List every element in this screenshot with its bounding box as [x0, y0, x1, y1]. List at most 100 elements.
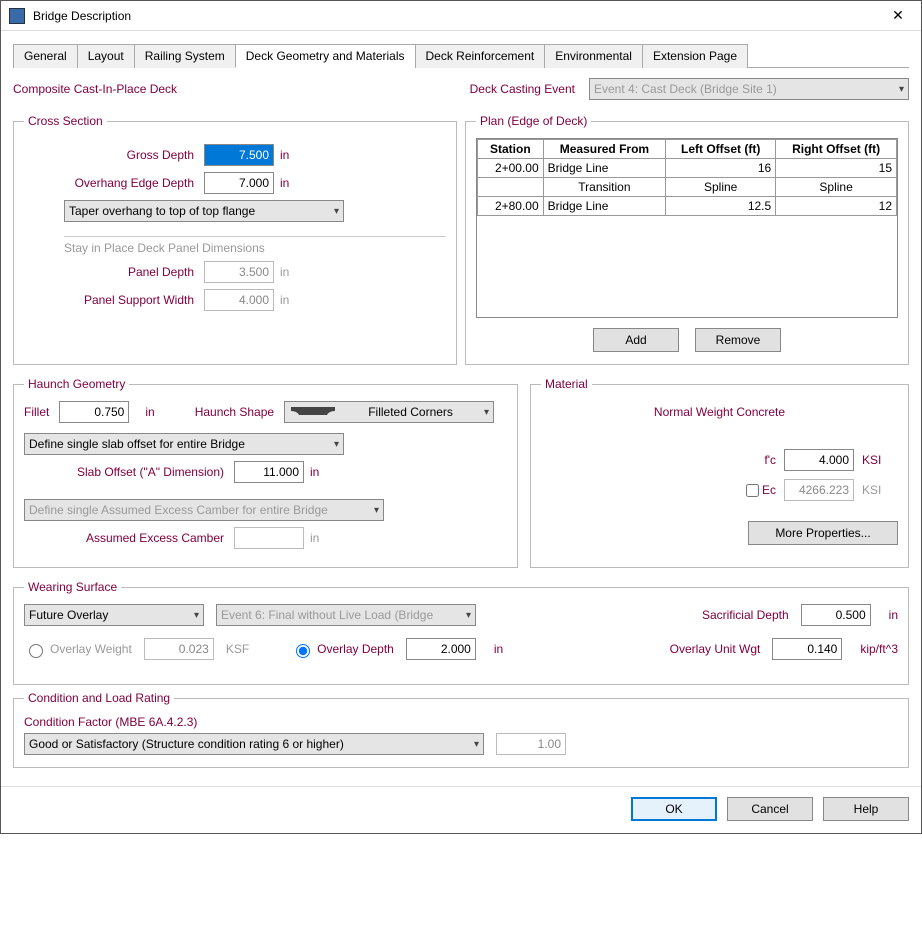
sip-label: Stay in Place Deck Panel Dimensions	[64, 236, 446, 255]
gross-depth-input[interactable]	[204, 144, 274, 166]
condition-factor-value: Good or Satisfactory (Structure conditio…	[29, 737, 344, 751]
remove-button[interactable]: Remove	[695, 328, 781, 352]
cancel-button[interactable]: Cancel	[727, 797, 813, 821]
overlay-type-value: Future Overlay	[29, 608, 108, 622]
col-right-offset: Right Offset (ft)	[776, 140, 897, 159]
fc-label: f'c	[764, 453, 776, 467]
haunch-shape-value: Filleted Corners	[368, 405, 453, 419]
tab-environmental[interactable]: Environmental	[544, 44, 643, 68]
table-header-row: Station Measured From Left Offset (ft) R…	[478, 140, 897, 159]
slab-offset-unit: in	[310, 465, 319, 479]
overlay-depth-radio[interactable]: Overlay Depth	[291, 641, 394, 658]
overlay-unit-wgt-label: Overlay Unit Wgt	[670, 642, 761, 656]
camber-input	[234, 527, 304, 549]
wearing-surface-group: Wearing Surface Future Overlay ▾ Event 6…	[13, 580, 909, 685]
chevron-down-icon: ▾	[374, 505, 379, 516]
casting-event-value: Event 4: Cast Deck (Bridge Site 1)	[594, 82, 777, 96]
ec-check[interactable]	[746, 484, 759, 497]
plan-table-wrap: Station Measured From Left Offset (ft) R…	[476, 138, 898, 318]
help-button[interactable]: Help	[823, 797, 909, 821]
more-properties-button[interactable]: More Properties...	[748, 521, 898, 545]
app-icon	[9, 8, 25, 24]
chevron-down-icon: ▾	[474, 739, 479, 750]
ec-checkbox[interactable]: Ec	[742, 481, 776, 500]
overhang-input[interactable]	[204, 172, 274, 194]
panel-depth-label: Panel Depth	[24, 265, 194, 279]
chevron-down-icon: ▾	[466, 610, 471, 621]
tab-railing[interactable]: Railing System	[134, 44, 236, 68]
overlay-unit-wgt-input[interactable]	[772, 638, 842, 660]
fillet-input[interactable]	[59, 401, 129, 423]
table-row[interactable]: Transition Spline Spline	[478, 178, 897, 197]
tab-deck-reinf[interactable]: Deck Reinforcement	[415, 44, 546, 68]
tab-deck-geometry[interactable]: Deck Geometry and Materials	[235, 44, 416, 68]
slab-offset-scope-value: Define single slab offset for entire Bri…	[29, 437, 245, 451]
overlay-depth-input[interactable]	[406, 638, 476, 660]
plan-table[interactable]: Station Measured From Left Offset (ft) R…	[477, 139, 897, 216]
wearing-legend: Wearing Surface	[24, 580, 121, 594]
condition-factor-label: Condition Factor (MBE 6A.4.2.3)	[24, 715, 898, 729]
window-title: Bridge Description	[33, 9, 875, 23]
cross-section-legend: Cross Section	[24, 114, 107, 128]
taper-combo[interactable]: Taper overhang to top of top flange ▾	[64, 200, 344, 222]
overlay-event-value: Event 6: Final without Live Load (Bridge	[221, 608, 433, 622]
condition-group: Condition and Load Rating Condition Fact…	[13, 691, 909, 768]
ec-input	[784, 479, 854, 501]
cross-section-group: Cross Section Gross Depth in Overhang Ed…	[13, 114, 457, 365]
col-left-offset: Left Offset (ft)	[666, 140, 776, 159]
client-area: General Layout Railing System Deck Geome…	[1, 31, 921, 786]
fc-input[interactable]	[784, 449, 854, 471]
overlay-event-combo[interactable]: Event 6: Final without Live Load (Bridge…	[216, 604, 476, 626]
overlay-type-combo[interactable]: Future Overlay ▾	[24, 604, 204, 626]
overhang-unit: in	[280, 176, 289, 190]
condition-factor-combo[interactable]: Good or Satisfactory (Structure conditio…	[24, 733, 484, 755]
overlay-weight-label: Overlay Weight	[50, 642, 132, 656]
ec-unit: KSI	[862, 483, 898, 497]
haunch-legend: Haunch Geometry	[24, 377, 129, 391]
close-icon[interactable]: ✕	[875, 1, 921, 31]
slab-offset-input[interactable]	[234, 461, 304, 483]
haunch-group: Haunch Geometry Fillet in Haunch Shape F…	[13, 377, 518, 568]
slab-offset-label: Slab Offset ("A" Dimension)	[24, 465, 224, 479]
haunch-shape-combo[interactable]: Filleted Corners ▾	[284, 401, 494, 423]
taper-value: Taper overhang to top of top flange	[69, 204, 255, 218]
sac-depth-unit: in	[889, 608, 898, 622]
panel-support-unit: in	[280, 293, 289, 307]
overlay-depth-radio-input[interactable]	[296, 644, 310, 658]
overlay-depth-label: Overlay Depth	[317, 642, 394, 656]
chevron-down-icon: ▾	[334, 439, 339, 450]
tab-strip: General Layout Railing System Deck Geome…	[13, 43, 909, 68]
fillet-label: Fillet	[24, 405, 49, 419]
sac-depth-input[interactable]	[801, 604, 871, 626]
overlay-weight-radio-input[interactable]	[29, 644, 43, 658]
table-row[interactable]: 2+80.00 Bridge Line 12.5 12	[478, 197, 897, 216]
overlay-weight-radio[interactable]: Overlay Weight	[24, 641, 132, 658]
tab-general[interactable]: General	[13, 44, 78, 68]
tab-layout[interactable]: Layout	[77, 44, 135, 68]
dialog-button-bar: OK Cancel Help	[1, 786, 921, 833]
overlay-depth-unit: in	[494, 642, 503, 656]
material-group: Material Normal Weight Concrete f'c KSI …	[530, 377, 909, 568]
col-measured-from: Measured From	[543, 140, 666, 159]
overlay-weight-unit: KSF	[226, 642, 249, 656]
casting-event-combo[interactable]: Event 4: Cast Deck (Bridge Site 1) ▾	[589, 78, 909, 100]
haunch-shape-label: Haunch Shape	[195, 405, 274, 419]
col-station: Station	[478, 140, 544, 159]
dialog-window: Bridge Description ✕ General Layout Rail…	[0, 0, 922, 834]
add-button[interactable]: Add	[593, 328, 679, 352]
casting-label: Deck Casting Event	[470, 82, 575, 96]
gross-depth-unit: in	[280, 148, 289, 162]
condition-value-input	[496, 733, 566, 755]
panel-depth-unit: in	[280, 265, 289, 279]
table-row[interactable]: 2+00.00 Bridge Line 16 15	[478, 159, 897, 178]
tab-extension[interactable]: Extension Page	[642, 44, 748, 68]
gross-depth-label: Gross Depth	[24, 148, 194, 162]
camber-scope-combo[interactable]: Define single Assumed Excess Camber for …	[24, 499, 384, 521]
chevron-down-icon: ▾	[899, 84, 904, 95]
overhang-label: Overhang Edge Depth	[24, 176, 194, 190]
ec-label: Ec	[762, 483, 776, 497]
ok-button[interactable]: OK	[631, 797, 717, 821]
page-title: Composite Cast-In-Place Deck	[13, 82, 177, 96]
material-legend: Material	[541, 377, 592, 391]
slab-offset-scope-combo[interactable]: Define single slab offset for entire Bri…	[24, 433, 344, 455]
